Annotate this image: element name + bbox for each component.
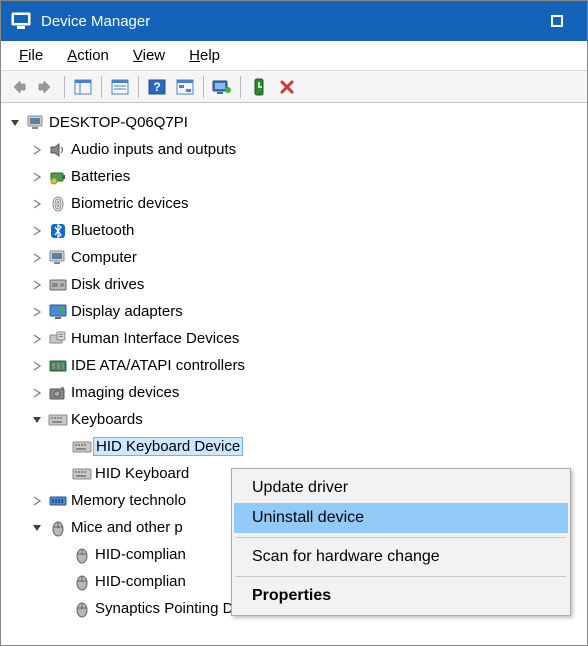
tree-label: Display adapters — [69, 303, 183, 320]
expand-icon[interactable] — [27, 496, 47, 506]
tree-item-batteries[interactable]: Batteries — [5, 163, 583, 190]
menu-view[interactable]: View — [123, 45, 175, 66]
forward-button[interactable] — [33, 74, 59, 100]
expand-icon[interactable] — [5, 118, 25, 128]
context-menu: Update driver Uninstall device Scan for … — [231, 468, 571, 616]
tree-label: Keyboards — [69, 411, 143, 428]
keyboard-icon — [71, 468, 93, 480]
ctx-uninstall-device[interactable]: Uninstall device — [234, 503, 568, 533]
ctx-scan-hardware[interactable]: Scan for hardware change — [234, 542, 568, 572]
memory-icon — [47, 494, 69, 508]
disk-icon — [47, 278, 69, 292]
tree-item-ide[interactable]: IDE ATA/ATAPI controllers — [5, 352, 583, 379]
show-hide-button[interactable] — [70, 74, 96, 100]
toolbar-separator — [138, 76, 139, 98]
toolbar-separator — [64, 76, 65, 98]
tree-label: Mice and other p — [69, 519, 183, 536]
tree-label: Audio inputs and outputs — [69, 141, 236, 158]
tree-label: Disk drives — [69, 276, 144, 293]
tree-item-disk[interactable]: Disk drives — [5, 271, 583, 298]
expand-icon[interactable] — [27, 226, 47, 236]
bluetooth-icon — [47, 222, 69, 240]
tree-item-display[interactable]: Display adapters — [5, 298, 583, 325]
expand-icon[interactable] — [27, 280, 47, 290]
monitor-icon — [47, 250, 69, 266]
tree-label: Biometric devices — [69, 195, 189, 212]
display-icon — [47, 304, 69, 320]
update-driver-button[interactable] — [209, 74, 235, 100]
ctx-update-driver[interactable]: Update driver — [234, 473, 568, 503]
menu-bar: File Action View Help — [1, 41, 587, 71]
enable-button[interactable] — [246, 74, 272, 100]
properties-button[interactable] — [107, 74, 133, 100]
tree-label-selected: HID Keyboard Device — [93, 437, 243, 456]
expand-icon[interactable] — [27, 172, 47, 182]
tree-root[interactable]: DESKTOP-Q06Q7PI — [5, 109, 583, 136]
tree-label: HID-complian — [93, 573, 186, 590]
toolbar-separator — [203, 76, 204, 98]
expand-icon[interactable] — [27, 361, 47, 371]
camera-icon — [47, 386, 69, 400]
speaker-icon — [47, 142, 69, 158]
collapse-icon[interactable] — [27, 415, 47, 425]
tree-item-keyboards[interactable]: Keyboards — [5, 406, 583, 433]
back-button[interactable] — [5, 74, 31, 100]
hid-icon — [47, 331, 69, 347]
tree-label: HID-complian — [93, 546, 186, 563]
tree-label: HID Keyboard — [93, 465, 189, 482]
tree-label: Bluetooth — [69, 222, 134, 239]
mouse-icon — [71, 573, 93, 591]
expand-icon[interactable] — [27, 334, 47, 344]
tree-label: IDE ATA/ATAPI controllers — [69, 357, 245, 374]
expand-icon[interactable] — [27, 199, 47, 209]
fingerprint-icon — [47, 195, 69, 213]
tree-item-hid-keyboard-1[interactable]: HID Keyboard Device — [5, 433, 583, 460]
tree-item-computer[interactable]: Computer — [5, 244, 583, 271]
expand-icon[interactable] — [27, 145, 47, 155]
tree-item-imaging[interactable]: Imaging devices — [5, 379, 583, 406]
ctx-separator — [236, 537, 566, 538]
tree-label: Imaging devices — [69, 384, 179, 401]
window-title: Device Manager — [41, 13, 537, 30]
menu-file[interactable]: File — [9, 45, 53, 66]
toolbar-separator — [101, 76, 102, 98]
expand-icon[interactable] — [27, 253, 47, 263]
tree-label: Human Interface Devices — [69, 330, 239, 347]
tree-item-hid[interactable]: Human Interface Devices — [5, 325, 583, 352]
title-bar: Device Manager — [1, 1, 587, 41]
menu-help[interactable]: Help — [179, 45, 230, 66]
tree-label: Memory technolo — [69, 492, 186, 509]
ctx-properties[interactable]: Properties — [234, 581, 568, 611]
controller-icon — [47, 358, 69, 374]
computer-icon — [25, 115, 47, 131]
toolbar-separator — [240, 76, 241, 98]
tree-label: DESKTOP-Q06Q7PI — [47, 114, 188, 131]
menu-action[interactable]: Action — [57, 45, 119, 66]
tree-item-audio[interactable]: Audio inputs and outputs — [5, 136, 583, 163]
expand-icon[interactable] — [27, 307, 47, 317]
toolbar: ? — [1, 71, 587, 103]
keyboard-icon — [47, 414, 69, 426]
expand-icon[interactable] — [27, 388, 47, 398]
mouse-icon — [71, 546, 93, 564]
svg-text:?: ? — [153, 80, 160, 94]
mouse-icon — [47, 519, 69, 537]
scan-button[interactable] — [172, 74, 198, 100]
maximize-button[interactable] — [537, 1, 577, 41]
tree-label: Batteries — [69, 168, 130, 185]
help-button[interactable]: ? — [144, 74, 170, 100]
battery-icon — [47, 169, 69, 185]
tree-item-bluetooth[interactable]: Bluetooth — [5, 217, 583, 244]
mouse-icon — [71, 600, 93, 618]
ctx-separator — [236, 576, 566, 577]
tree-item-biometric[interactable]: Biometric devices — [5, 190, 583, 217]
keyboard-icon — [71, 441, 93, 453]
uninstall-button[interactable] — [274, 74, 300, 100]
collapse-icon[interactable] — [27, 523, 47, 533]
device-manager-icon — [11, 12, 31, 30]
tree-label: Computer — [69, 249, 137, 266]
